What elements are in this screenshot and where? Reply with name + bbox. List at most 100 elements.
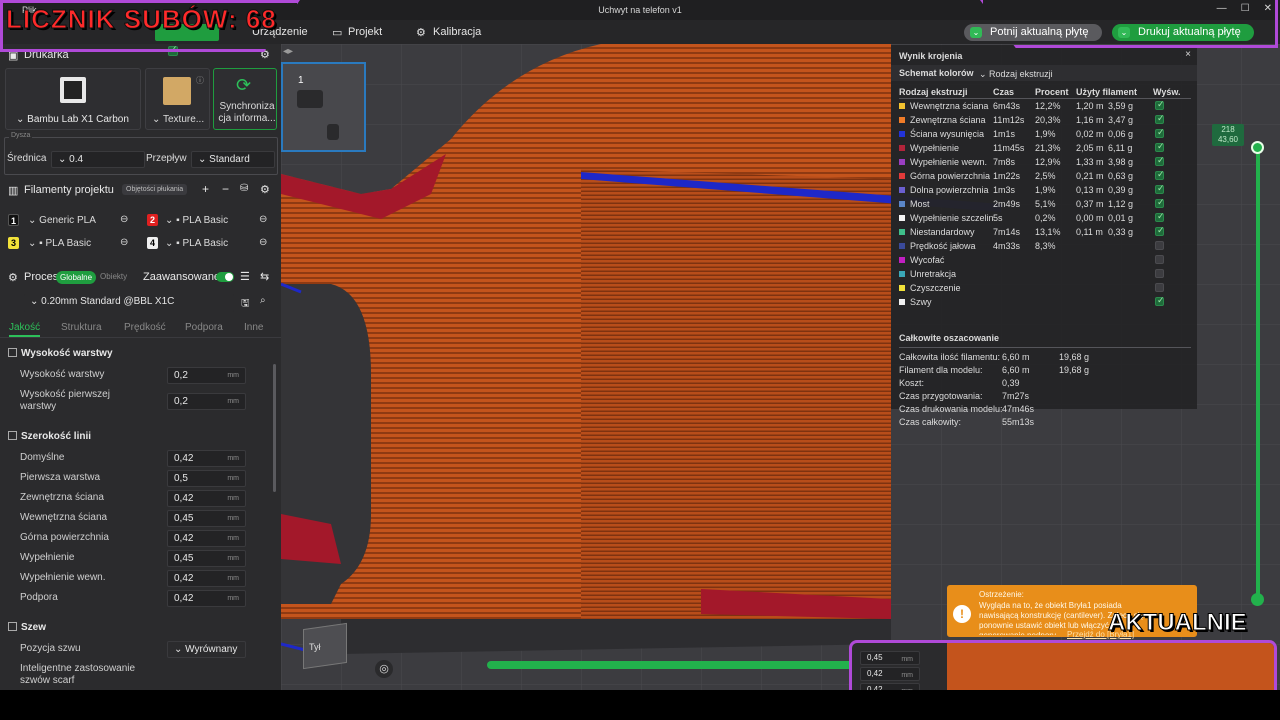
process-section-header[interactable]: ⚙ Proces Globalne Obiekty Zaawansowane ☰… [0, 266, 281, 288]
visibility-checkbox[interactable] [1155, 155, 1165, 166]
collapse-sidebar-icon[interactable]: ◂▸ [283, 46, 293, 57]
visibility-checkbox[interactable] [1155, 255, 1164, 264]
line-width-top-surface-input[interactable]: 0,42 mm [167, 530, 246, 547]
tab-calibration[interactable]: Kalibracja [433, 26, 481, 38]
sub-counter-overlay: LICZNIK SUBÓW: 68 [6, 4, 277, 35]
objects-toggle[interactable]: Obiekty [100, 272, 127, 281]
tab-support[interactable]: Podpora [185, 322, 223, 333]
estimate-value: 55m13s [1002, 417, 1035, 427]
layer-height-readout: 43,60 [1217, 135, 1239, 144]
filaments-section-header[interactable]: ▥ Filamenty projektu Objętości płukania … [0, 179, 281, 201]
sync-card[interactable]: ⟳ Synchroniza cja informa... [213, 68, 277, 130]
search-icon[interactable]: ⌕ [260, 295, 266, 306]
filament-select[interactable]: ⌄ Generic PLA [28, 215, 120, 226]
line-width-support-input[interactable]: 0,42 mm [167, 590, 246, 607]
group-seam[interactable]: Szew [8, 622, 46, 633]
extrusion-row: Szwy [899, 295, 1191, 309]
plate-thumbnail[interactable]: 1 [281, 62, 366, 152]
visibility-checkbox[interactable] [1155, 99, 1165, 110]
gear-icon[interactable]: ⚙ [260, 183, 270, 196]
filament-options-icon[interactable]: ⊖ [259, 237, 267, 248]
fit-view-icon[interactable]: ◎ [375, 660, 393, 678]
group-line-width[interactable]: Szerokość linii [8, 431, 91, 442]
purge-volumes-button[interactable]: Objętości płukania [122, 184, 188, 195]
layer-height-input[interactable]: 0,2 mm [167, 367, 246, 384]
visibility-checkbox[interactable] [1155, 269, 1164, 278]
close-icon[interactable]: × [1185, 49, 1191, 60]
visibility-checkbox[interactable] [1155, 283, 1164, 292]
printer-thumbnail [60, 77, 86, 103]
estimate-row: Całkowita ilość filamentu: 6,60 m 19,68 g [899, 351, 1191, 364]
line-width-outer-wall-input[interactable]: 0,42 mm [167, 490, 246, 507]
info-icon[interactable]: ⓘ [196, 75, 204, 86]
filament-options-icon[interactable]: ⊖ [259, 214, 267, 225]
printer-card[interactable]: ⌄ Bambu Lab X1 Carbon [5, 68, 141, 130]
visibility-checkbox[interactable] [1155, 241, 1164, 250]
line-width-default-input[interactable]: 0,42 mm [167, 450, 246, 467]
layer-slider[interactable] [1256, 146, 1260, 598]
layer-slider-bottom-handle[interactable] [1251, 593, 1264, 606]
filament-options-icon[interactable]: ⊖ [120, 214, 128, 225]
color-scheme-select[interactable]: ⌄ Rodzaj ekstruzji [979, 69, 1053, 80]
filament-item-3[interactable]: 3 ⌄ ▪ PLA Basic ⊖ [8, 237, 128, 249]
filament-select[interactable]: ⌄ ▪ PLA Basic [165, 238, 257, 249]
line-width-first-layer-input[interactable]: 0,5 mm [167, 470, 246, 487]
tab-quality[interactable]: Jakość [9, 322, 41, 337]
legend-swatch [899, 103, 905, 109]
move-slider[interactable] [487, 661, 857, 669]
group-layer-height[interactable]: Wysokość warstwy [8, 348, 113, 359]
filament-options-icon[interactable]: ⊖ [120, 237, 128, 248]
sync-filament-icon[interactable]: ⛁ [240, 183, 248, 194]
visibility-checkbox[interactable] [1155, 127, 1165, 138]
filament-select[interactable]: ⌄ ▪ PLA Basic [165, 215, 257, 226]
total-estimate: Całkowite oszacowanie Całkowita ilość fi… [899, 333, 1191, 429]
slice-result-panel: Wynik krojenia × Schemat kolorów ⌄ Rodza… [891, 45, 1197, 427]
top-right-frame [980, 0, 1278, 48]
filament-number: 1 [8, 214, 19, 226]
tab-speed[interactable]: Prędkość [124, 322, 166, 333]
visibility-checkbox[interactable] [1155, 113, 1165, 124]
line-width-infill-input[interactable]: 0,45 mm [167, 550, 246, 567]
extrusion-length: 2,05 m [1076, 143, 1104, 153]
line-width-inner-wall-input[interactable]: 0,45 mm [167, 510, 246, 527]
filament-item-1[interactable]: 1 ⌄ Generic PLA ⊖ [8, 214, 128, 227]
extrusion-row: Górna powierzchnia 1m22s 2,5% 0,21 m 0,63 g [899, 169, 1191, 183]
extrusion-weight: 3,47 g [1108, 115, 1134, 125]
sidebar-scrollbar[interactable] [273, 364, 276, 492]
extrusion-table: Rodzaj ekstruzji Czas Procent Użyty fila… [899, 85, 1191, 309]
line-width-support-label: Podpora [20, 592, 58, 603]
filament-item-4[interactable]: 4 ⌄ ▪ PLA Basic ⊖ [147, 237, 267, 249]
tab-other[interactable]: Inne [244, 322, 263, 333]
filament-select[interactable]: ⌄ ▪ PLA Basic [28, 238, 120, 249]
visibility-checkbox[interactable] [1155, 169, 1165, 180]
line-width-infill-label: Wypełnienie [20, 552, 75, 563]
list-icon[interactable]: ☰ [240, 270, 250, 283]
advanced-toggle[interactable] [216, 272, 234, 282]
save-icon[interactable]: 🖫 [241, 296, 250, 313]
visibility-checkbox[interactable] [1155, 183, 1165, 194]
compare-icon[interactable]: ⇆ [260, 270, 269, 283]
seam-position-select[interactable]: ⌄ Wyrównany [167, 641, 246, 658]
visibility-checkbox[interactable] [1155, 141, 1165, 152]
add-icon[interactable]: + [202, 182, 209, 196]
tab-project[interactable]: Projekt [348, 26, 382, 38]
diameter-select[interactable]: ⌄ 0.4 [51, 151, 145, 168]
layer-slider-top-handle[interactable] [1251, 141, 1264, 154]
estimate-weight: 19,68 g [1059, 352, 1090, 362]
view-cube[interactable]: Tył [295, 620, 353, 674]
line-width-internal-infill-input[interactable]: 0,42 mm [167, 570, 246, 587]
tab-structure[interactable]: Struktura [61, 322, 102, 333]
visibility-checkbox[interactable] [1155, 211, 1165, 222]
filament-item-2[interactable]: 2 ⌄ ▪ PLA Basic ⊖ [147, 214, 267, 226]
first-layer-height-input[interactable]: 0,2 mm [167, 393, 246, 410]
visibility-checkbox[interactable] [1155, 225, 1165, 236]
plate-type-card[interactable]: ⓘ ⌄ Texture... [145, 68, 210, 130]
process-preset-select[interactable]: ⌄ 0.20mm Standard @BBL X1C [24, 294, 234, 312]
global-toggle[interactable]: Globalne [56, 271, 97, 284]
extrusion-weight: 1,12 g [1108, 199, 1134, 209]
visibility-checkbox[interactable] [1155, 295, 1165, 306]
flow-select[interactable]: ⌄ Standard [191, 151, 275, 168]
visibility-checkbox[interactable] [1155, 197, 1165, 208]
remove-icon[interactable]: − [222, 182, 229, 196]
chevron-down-icon[interactable]: ⌄ [970, 27, 982, 38]
